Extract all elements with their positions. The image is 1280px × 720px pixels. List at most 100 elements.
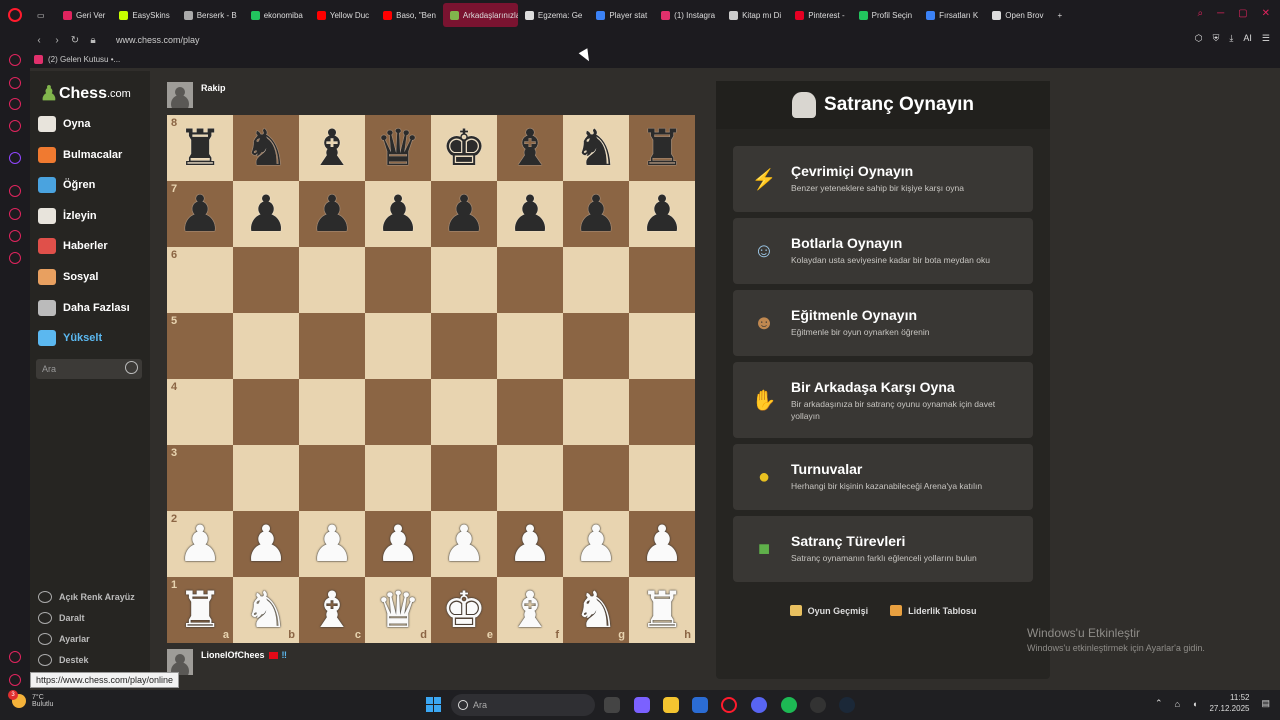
white-piece-icon[interactable]: ♟ <box>442 519 487 569</box>
board-square[interactable] <box>365 445 431 511</box>
black-piece-icon[interactable]: ♟ <box>442 189 487 239</box>
black-piece-icon[interactable]: ♟ <box>640 189 685 239</box>
nav-item[interactable]: Yükselt <box>38 326 102 350</box>
opera-icon[interactable] <box>721 697 737 713</box>
nav-item[interactable]: Daha Fazlası <box>38 296 130 320</box>
board-square[interactable] <box>431 313 497 379</box>
extensions-icon[interactable] <box>9 230 21 242</box>
white-piece-icon[interactable]: ♞ <box>574 585 619 635</box>
nav-footer-item[interactable]: Destek <box>38 651 89 669</box>
board-square[interactable]: ♟ <box>563 181 629 247</box>
start-button[interactable] <box>426 697 441 712</box>
board-square[interactable]: 6 <box>167 247 233 313</box>
board-square[interactable]: ♝ f <box>497 577 563 643</box>
white-piece-icon[interactable]: ♛ <box>376 585 421 635</box>
board-square[interactable] <box>497 247 563 313</box>
url-field[interactable]: www.chess.com/play <box>116 35 200 45</box>
play-option-card[interactable]: ⚡ Çevrimiçi Oynayın Benzer yeteneklere sah… <box>733 146 1033 212</box>
board-square[interactable]: 4 <box>167 379 233 445</box>
board-square[interactable] <box>563 247 629 313</box>
player-name[interactable]: LionelOfChees <box>201 650 265 660</box>
menu-icon[interactable]: ☰ <box>1262 33 1270 44</box>
store-icon[interactable] <box>692 697 708 713</box>
browser-tab[interactable]: Berserk - B <box>177 0 244 30</box>
board-square[interactable]: ♜ <box>629 115 695 181</box>
black-piece-icon[interactable]: ♟ <box>508 189 553 239</box>
nav-footer-item[interactable]: Açık Renk Arayüz <box>38 588 135 606</box>
chess-logo[interactable]: ♟ Chess .com <box>40 81 131 106</box>
clock[interactable]: 11:52 27.12.2025 <box>1209 693 1249 715</box>
board-square[interactable]: ♟ <box>299 181 365 247</box>
board-square[interactable]: ♞ b <box>233 577 299 643</box>
snapshot-icon[interactable]: ⬡ <box>1195 33 1203 44</box>
chess-board[interactable]: ♜ 8 ♞ ♝ ♛ ♚ ♝ ♞ ♜ ♟ 7 ♟ ♟ ♟ ♟ ♟ ♟ ♟ 6 5 4 3 ♟ 2 ♟ ♟ ♟ ♟ ♟ ♟ ♟ ♜ 1 a ♞ b ♝ c ♛ d… <box>167 115 695 643</box>
board-square[interactable] <box>431 379 497 445</box>
white-piece-icon[interactable]: ♚ <box>442 585 487 635</box>
settings-icon[interactable] <box>9 252 21 264</box>
board-square[interactable]: ♟ <box>497 181 563 247</box>
browser-tab[interactable]: (1) Instagra <box>654 0 722 30</box>
steam-icon[interactable] <box>839 697 855 713</box>
close-button[interactable]: ✕ <box>1262 8 1270 19</box>
board-square[interactable] <box>497 379 563 445</box>
black-piece-icon[interactable]: ♜ <box>178 123 223 173</box>
maximize-button[interactable]: ▢ <box>1238 8 1247 19</box>
board-square[interactable]: ♟ <box>497 511 563 577</box>
nav-item[interactable]: Haberler <box>38 234 108 258</box>
forward-button[interactable]: › <box>48 35 66 46</box>
board-square[interactable]: ♚ <box>431 115 497 181</box>
browser-tab[interactable]: Player stat <box>589 0 654 30</box>
search-input[interactable]: Ara <box>36 359 142 379</box>
board-square[interactable] <box>629 313 695 379</box>
white-piece-icon[interactable]: ♜ <box>640 585 685 635</box>
browser-tab[interactable]: EasySkins <box>112 0 176 30</box>
black-piece-icon[interactable]: ♚ <box>442 123 487 173</box>
board-square[interactable]: ♞ <box>233 115 299 181</box>
board-square[interactable] <box>365 247 431 313</box>
app-icon[interactable] <box>810 697 826 713</box>
messenger-icon[interactable] <box>9 120 21 132</box>
board-square[interactable]: ♚ e <box>431 577 497 643</box>
board-square[interactable]: ♟ <box>431 181 497 247</box>
search-icon[interactable] <box>125 361 138 374</box>
back-button[interactable]: ‹ <box>30 35 48 46</box>
board-square[interactable]: ♟ <box>431 511 497 577</box>
white-piece-icon[interactable]: ♟ <box>376 519 421 569</box>
board-square[interactable] <box>563 445 629 511</box>
spotify-icon[interactable] <box>781 697 797 713</box>
play-option-card[interactable]: ● Turnuvalar Herhangi bir kişinin kazanabi… <box>733 444 1033 510</box>
white-piece-icon[interactable]: ♟ <box>574 519 619 569</box>
bookmark-item[interactable]: (2) Gelen Kutusu •... <box>48 55 120 64</box>
black-piece-icon[interactable]: ♞ <box>244 123 289 173</box>
board-square[interactable] <box>299 247 365 313</box>
play-option-card[interactable]: ■ Satranç Türevleri Satranç oynamanın fark… <box>733 516 1033 582</box>
browser-tab[interactable]: Arkadaşlarınızla & A <box>442 3 518 27</box>
board-square[interactable] <box>563 313 629 379</box>
board-square[interactable] <box>233 379 299 445</box>
game-history-link[interactable]: Oyun Geçmişi <box>789 605 868 616</box>
white-piece-icon[interactable]: ♟ <box>178 519 223 569</box>
board-square[interactable]: ♛ <box>365 115 431 181</box>
opera-logo-icon[interactable] <box>8 8 22 22</box>
file-explorer-icon[interactable] <box>663 697 679 713</box>
white-piece-icon[interactable]: ♟ <box>310 519 355 569</box>
player-icon[interactable] <box>9 185 21 197</box>
workspace-icon[interactable]: ▭ <box>30 0 56 30</box>
white-piece-icon[interactable]: ♝ <box>508 585 553 635</box>
browser-tab[interactable]: Open Brov <box>985 0 1050 30</box>
board-square[interactable]: ♝ c <box>299 577 365 643</box>
nav-footer-item[interactable]: Daralt <box>38 609 85 627</box>
board-square[interactable]: ♟ <box>563 511 629 577</box>
board-square[interactable] <box>233 445 299 511</box>
board-square[interactable]: ♞ <box>563 115 629 181</box>
search-tabs-icon[interactable]: ⌕ <box>1197 8 1203 19</box>
board-square[interactable] <box>299 445 365 511</box>
board-square[interactable]: 3 <box>167 445 233 511</box>
board-square[interactable] <box>431 247 497 313</box>
browser-tab[interactable]: Fırsatları K <box>919 0 985 30</box>
copilot-icon[interactable] <box>634 697 650 713</box>
browser-tab[interactable]: Egzema: Ge <box>518 0 589 30</box>
shopping-icon[interactable] <box>9 77 21 89</box>
play-option-card[interactable]: ✋ Bir Arkadaşa Karşı Oyna Bir arkadaşınıza… <box>733 362 1033 438</box>
board-square[interactable] <box>629 247 695 313</box>
